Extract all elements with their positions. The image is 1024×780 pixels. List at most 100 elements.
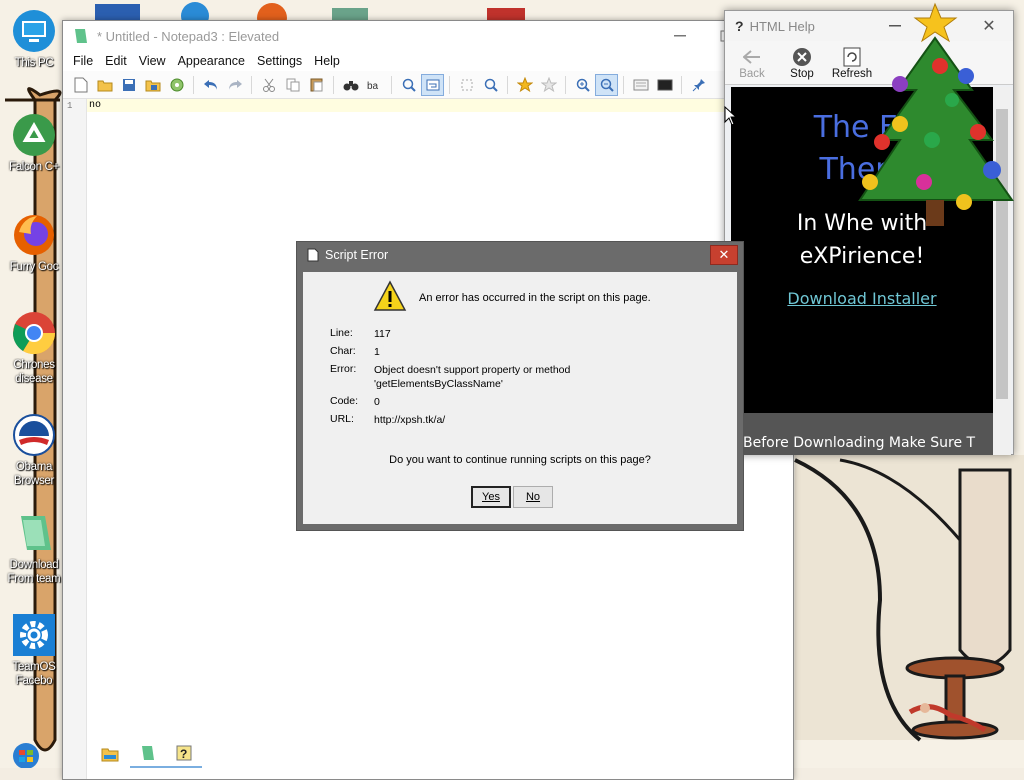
help-back-label: Back [739,68,765,80]
editor-text[interactable]: no [89,100,101,111]
word-wrap-toggle[interactable] [421,73,444,96]
toolbar-separator [251,75,252,94]
desktop-icon-label: Falcon C+ [8,161,60,173]
toolbar-separator [507,75,508,94]
no-button-label: No [525,491,541,503]
cut-button[interactable] [257,74,280,96]
warning-icon [373,280,407,311]
download-installer-link[interactable]: Download Installer [787,289,936,308]
browse-icon [170,78,183,91]
error-value-line: Object doesn't support property or metho… [374,364,571,376]
desktop-icon-label: Furry Goc [9,261,59,273]
goto-button[interactable] [397,74,420,96]
toolbar-separator [449,75,450,94]
toolbar-separator [333,75,334,94]
notepad-title: * Untitled - Notepad3 : Elevated [97,28,280,44]
menu-file[interactable]: File [67,54,99,68]
taskbar-html-help[interactable]: ? [166,740,202,768]
line-number-gutter: 1 [63,99,87,779]
no-button[interactable]: No [513,486,553,508]
desktop-icon-teamos[interactable]: TeamOS Facebo [4,612,64,688]
svg-text:?: ? [180,747,187,761]
zoom-in-icon [576,78,590,92]
gear-icon [11,612,57,658]
menu-edit[interactable]: Edit [99,54,133,68]
desktop-icon-this-pc[interactable]: This PC [4,8,64,70]
schemes-icon [633,79,648,90]
minimize-button[interactable] [657,21,703,51]
script-error-dialog: Script Error ✕ An error has occurred in … [296,241,744,531]
schemes-button[interactable] [629,74,652,96]
word-wrap-icon [426,79,439,90]
whitespace-icon [461,79,472,90]
desktop-icon-falcon[interactable]: Falcon C+ [4,112,64,174]
notepad-file-icon [11,510,57,556]
add-favorite-button[interactable] [537,74,560,96]
browse-button[interactable] [165,74,188,96]
help-stop-label: Stop [790,68,814,80]
pin-button[interactable] [687,74,710,96]
scissors-icon [262,78,275,92]
dialog-body: An error has occurred in the script on t… [303,272,737,524]
current-line-highlight [87,99,793,112]
dialog-titlebar[interactable]: Script Error [307,248,388,262]
toolbar-separator [391,75,392,94]
copy-button[interactable] [281,74,304,96]
desktop-icon-obama-browser[interactable]: Obama Browser [4,412,64,488]
menu-help[interactable]: Help [308,54,346,68]
menu-settings[interactable]: Settings [251,54,308,68]
desktop-icon-firefox[interactable]: Furry Goc [4,212,64,274]
help-back-button[interactable]: Back [731,46,773,80]
taskbar-file-explorer[interactable] [92,740,128,768]
console-icon [657,79,672,90]
field-label: Line: [330,327,353,339]
redo-button[interactable] [223,74,246,96]
folder-icon [101,748,119,762]
menu-view[interactable]: View [133,54,172,68]
desktop-icon-download[interactable]: Download From team [4,510,64,586]
undo-button[interactable] [199,74,222,96]
back-arrow-icon [731,46,773,68]
dialog-close-button[interactable]: ✕ [710,245,738,265]
menu-appearance[interactable]: Appearance [172,54,251,68]
save-as-button[interactable] [141,74,164,96]
open-file-button[interactable] [93,74,116,96]
document-icon [307,248,319,262]
field-value: 0 [374,396,380,408]
star-icon [516,76,533,92]
find-button[interactable] [339,74,362,96]
line-number: 1 [67,101,73,111]
new-file-button[interactable] [69,74,92,96]
zoom-in-button[interactable] [571,74,594,96]
field-value: 117 [374,328,391,340]
help-stop-button[interactable]: Stop [781,46,823,80]
save-button[interactable] [117,74,140,96]
chrome-icon [11,310,57,356]
favorite-button[interactable] [513,74,536,96]
windows-start-icon [13,743,39,768]
paste-button[interactable] [305,74,328,96]
field-label: Char: [330,345,356,357]
zoom-out-button[interactable] [595,73,618,96]
console-button[interactable] [653,74,676,96]
toolbar-separator [623,75,624,94]
field-label: URL: [330,413,354,425]
yes-button[interactable]: Yes [471,486,511,508]
desktop-icon-label: Chrones disease [13,359,55,385]
christmas-tree-icon [858,2,1014,226]
desktop-icon-chrome[interactable]: Chrones disease [4,310,64,386]
search-button[interactable] [479,74,502,96]
obama-logo-icon [11,412,57,458]
desktop-icon-label: TeamOS Facebo [12,661,56,687]
help-title: HTML Help [749,18,815,34]
field-value: 1 [374,346,380,358]
new-file-icon [74,77,87,92]
minimize-icon [674,35,686,37]
notepad-titlebar[interactable]: * Untitled - Notepad3 : Elevated [63,21,793,51]
start-button[interactable] [6,740,46,768]
mouse-cursor-icon [724,106,738,126]
whitespace-button[interactable] [455,74,478,96]
menu-bar: File Edit View Appearance Settings Help [63,51,793,71]
replace-button[interactable]: ba [363,74,386,96]
taskbar-notepad3[interactable] [130,740,166,768]
